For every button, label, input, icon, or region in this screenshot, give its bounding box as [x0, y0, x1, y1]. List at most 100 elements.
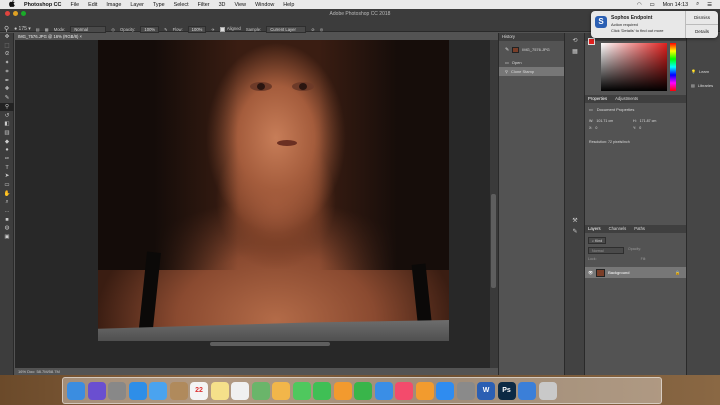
lasso-tool-icon[interactable]: ᘓ — [0, 50, 14, 59]
clone-stamp-tool-icon[interactable]: ⚲ — [4, 25, 9, 33]
tab-adjustments[interactable]: Adjustments — [615, 95, 638, 103]
menu-file[interactable]: File — [70, 2, 79, 8]
visibility-eye-icon[interactable]: 👁 — [588, 270, 593, 275]
rectangle-tool-icon[interactable]: ▭ — [0, 181, 14, 190]
aligned-checkbox[interactable]: Aligned — [219, 26, 241, 32]
airbrush-icon[interactable]: ✎ — [164, 27, 168, 32]
mode-select[interactable]: Normal — [70, 25, 107, 33]
path-select-tool-icon[interactable]: ➤ — [0, 172, 14, 181]
menu-window[interactable]: Window — [255, 2, 274, 8]
books-icon[interactable] — [415, 381, 434, 400]
tab-channels[interactable]: Channels — [609, 225, 627, 233]
more-tool-icon[interactable]: … — [0, 207, 14, 216]
foreground-color-swatch[interactable] — [588, 38, 595, 45]
healing-tool-icon[interactable]: ✚ — [0, 85, 14, 94]
menu-3d[interactable]: 3D — [219, 2, 226, 8]
airbrush-toggle-icon[interactable]: ✈ — [211, 27, 215, 32]
document-tab[interactable]: IMG_7576.JPG @ 16% (RGB/8) × — [15, 33, 89, 40]
downloads-icon[interactable] — [518, 381, 536, 400]
clock[interactable]: Mon 14:13 — [663, 2, 688, 8]
calendar-icon[interactable]: 22 — [190, 381, 208, 400]
keynote-icon[interactable] — [374, 381, 393, 400]
menu-help[interactable]: Help — [283, 2, 294, 8]
layer-blend-mode[interactable]: Normal — [588, 247, 624, 254]
maps-icon[interactable] — [251, 381, 270, 400]
color-picker-field[interactable] — [601, 43, 667, 91]
tab-layers[interactable]: Layers — [588, 225, 601, 233]
safari-icon[interactable] — [128, 381, 147, 400]
screen-mode-tool-icon[interactable]: ▣ — [0, 233, 14, 242]
app-store-icon[interactable] — [436, 381, 454, 400]
menu-image[interactable]: Image — [106, 2, 121, 8]
history-brush-icon[interactable]: ✎ — [505, 47, 509, 53]
layer-kind-select[interactable]: ⌕ Kind — [588, 237, 607, 244]
system-preferences-icon[interactable] — [456, 381, 475, 400]
menu-type[interactable]: Type — [153, 2, 165, 8]
height-value[interactable]: 171.87 cm — [640, 119, 657, 123]
menu-app-name[interactable]: Photoshop CC — [24, 2, 61, 8]
finder-icon[interactable] — [67, 381, 85, 400]
dodge-tool-icon[interactable]: ● — [0, 146, 14, 155]
learn-item[interactable]: 💡 Learn — [691, 69, 709, 74]
history-item-clone-stamp[interactable]: ⚲ Clone Stamp — [499, 67, 564, 76]
crop-tool-icon[interactable]: ⌗ — [0, 68, 14, 77]
notification-center-icon[interactable]: ☰ — [707, 2, 712, 8]
menu-edit[interactable]: Edit — [88, 2, 97, 8]
eyedropper-tool-icon[interactable]: ✒ — [0, 76, 14, 85]
photos-icon[interactable] — [272, 381, 290, 400]
layer-row-background[interactable]: 👁 Background 🔒 — [585, 267, 686, 278]
word-icon[interactable]: W — [477, 381, 495, 400]
clone-stamp-tool-icon[interactable]: ⚲ — [0, 102, 14, 112]
flow-field[interactable]: 100% — [187, 25, 207, 33]
spotlight-icon[interactable]: ⌕ — [696, 1, 699, 8]
brush-settings-icon[interactable]: ▤ — [36, 27, 40, 32]
swatches-panel-icon[interactable]: ▦ — [565, 46, 585, 57]
gradient-tool-icon[interactable]: ▥ — [0, 129, 14, 138]
opacity-field[interactable]: 100% — [140, 25, 160, 33]
messages-icon[interactable] — [292, 381, 311, 400]
tab-paths[interactable]: Paths — [634, 225, 645, 233]
marquee-tool-icon[interactable]: ⬚ — [0, 42, 14, 51]
pages-icon[interactable] — [333, 381, 352, 400]
lock-icon[interactable]: 🔒 — [675, 270, 680, 275]
move-tool-icon[interactable]: ✥ — [0, 33, 14, 42]
details-button[interactable]: Details — [685, 24, 718, 38]
numbers-icon[interactable] — [354, 381, 372, 400]
fg-bg-tool-icon[interactable]: ■ — [0, 215, 14, 224]
reminders-icon[interactable] — [231, 381, 249, 400]
battery-icon[interactable]: ▭ — [650, 2, 655, 8]
libraries-item[interactable]: ▤ Libraries — [691, 83, 713, 88]
brush-preset-picker[interactable]: ● 175 ▾ — [14, 26, 31, 32]
close-tab-icon[interactable]: × — [80, 34, 82, 39]
blur-tool-icon[interactable]: ◆ — [0, 137, 14, 146]
sample-select[interactable]: Current Layer — [266, 25, 307, 33]
mail-icon[interactable] — [149, 381, 167, 400]
x-value[interactable]: 0 — [595, 126, 597, 130]
trash-icon[interactable] — [538, 381, 557, 400]
dismiss-button[interactable]: Dismiss — [685, 11, 718, 25]
menu-select[interactable]: Select — [174, 2, 189, 8]
apple-icon[interactable] — [9, 0, 15, 9]
hand-tool-icon[interactable]: ✋ — [0, 189, 14, 198]
quick-select-tool-icon[interactable]: ✦ — [0, 59, 14, 68]
history-snapshot[interactable]: ✎ IMG_7576.JPG — [499, 45, 564, 54]
siri-icon[interactable] — [87, 381, 106, 400]
hue-slider[interactable] — [670, 43, 676, 91]
layer-name[interactable]: Background — [608, 270, 629, 275]
history-item-open[interactable]: ▭ Open — [499, 58, 564, 67]
vertical-scroll-thumb[interactable] — [491, 194, 496, 288]
horizontal-scroll-thumb[interactable] — [210, 342, 330, 346]
quick-mask-tool-icon[interactable]: ◍ — [0, 224, 14, 233]
swatch-fg-bg[interactable] — [588, 38, 598, 48]
eraser-tool-icon[interactable]: ◧ — [0, 120, 14, 129]
type-tool-icon[interactable]: T — [0, 163, 14, 172]
tool-presets-icon[interactable]: ⚒ — [565, 215, 585, 226]
history-panel-icon[interactable]: ⟲ — [565, 35, 585, 46]
y-value[interactable]: 0 — [639, 126, 641, 130]
menu-view[interactable]: View — [234, 2, 246, 8]
clone-source-icon[interactable]: ▦ — [45, 27, 49, 32]
history-panel-title[interactable]: History — [499, 33, 564, 41]
zoom-tool-icon[interactable]: ⌕ — [0, 198, 14, 207]
pressure-size-icon[interactable]: ◎ — [320, 27, 324, 32]
sophos-notification[interactable]: S Sophos Endpoint Action required Click … — [591, 11, 718, 38]
